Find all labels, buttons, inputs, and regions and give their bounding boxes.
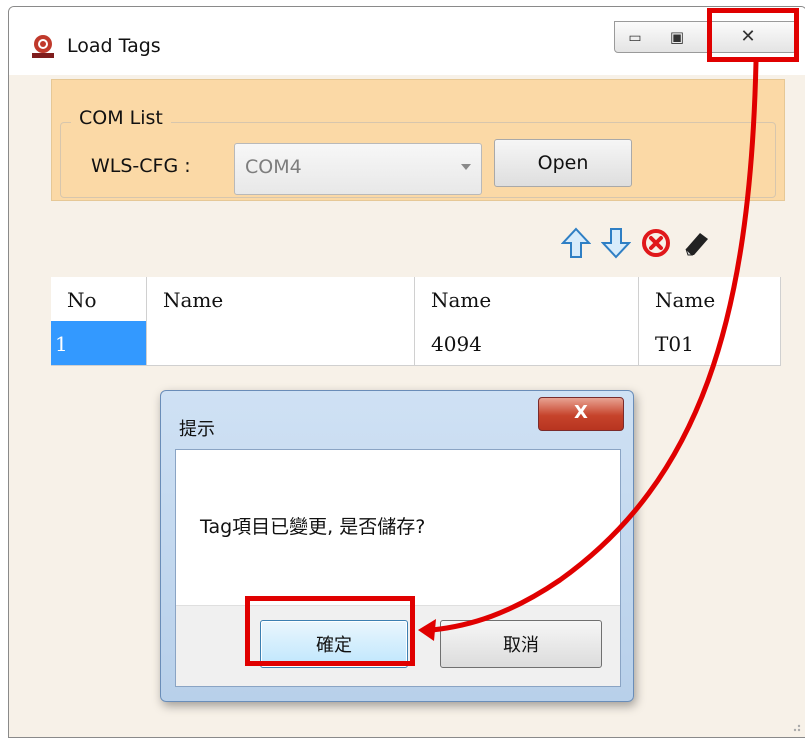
- guide-arrow: [418, 59, 759, 641]
